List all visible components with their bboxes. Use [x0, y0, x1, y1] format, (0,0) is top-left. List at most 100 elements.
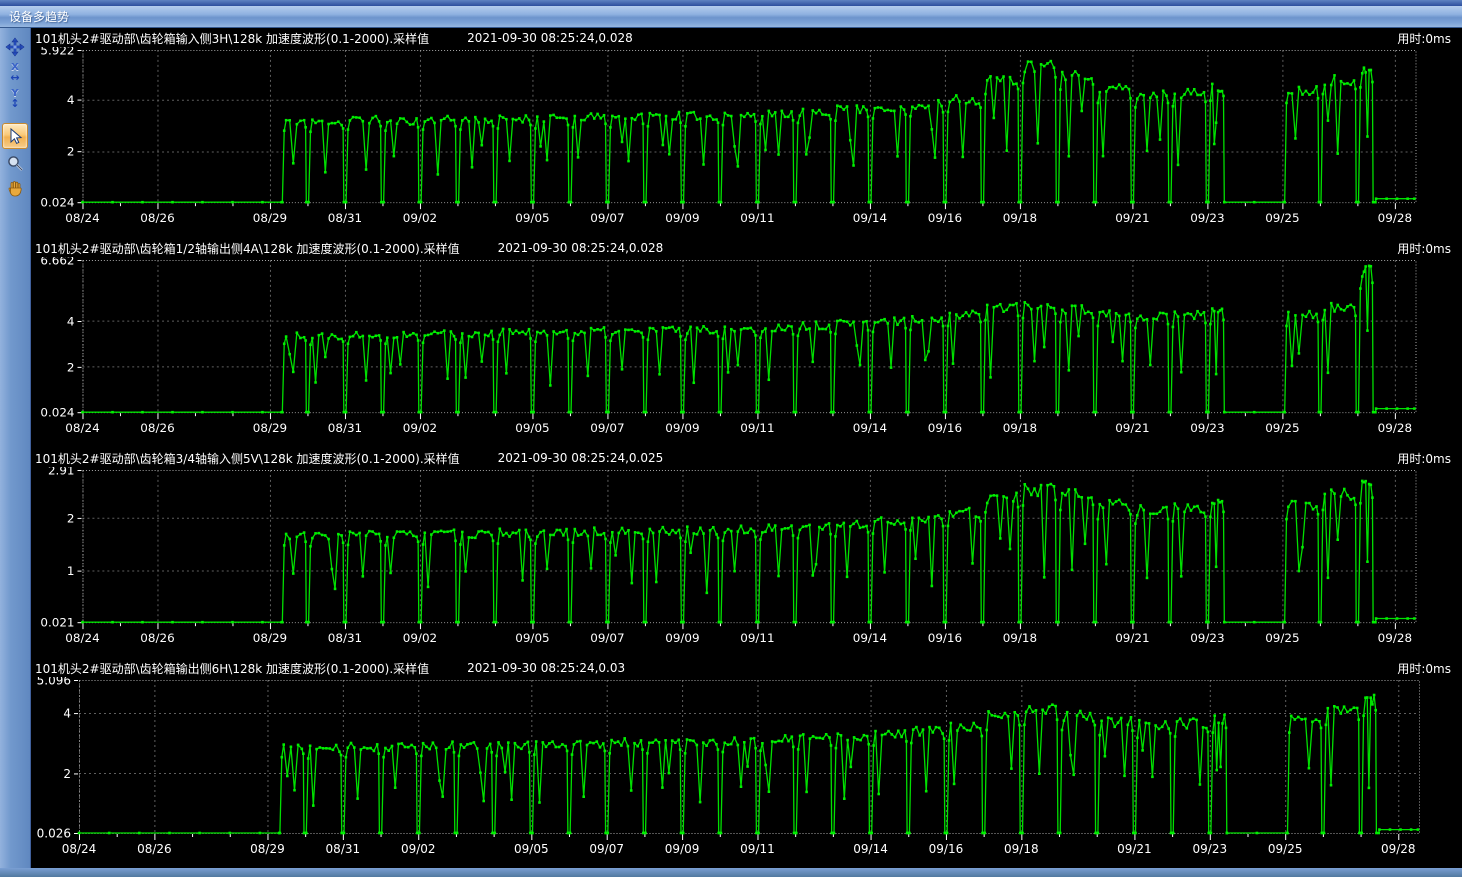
x-axis-zoom-tool-button[interactable]: X ↔	[3, 61, 27, 85]
elapsed-time-label: 用时:0ms	[1397, 450, 1451, 467]
svg-text:6.662: 6.662	[40, 257, 74, 267]
trend-chart-canvas[interactable]: 5.922240.02408/2408/2608/2908/3109/0209/…	[31, 47, 1462, 238]
svg-text:08/26: 08/26	[140, 421, 174, 435]
chart-header: 101机头2#驱动部\齿轮箱3/4轴输入侧5V\128k 加速度波形(0.1-2…	[31, 448, 1462, 467]
svg-text:09/11: 09/11	[740, 211, 774, 225]
svg-text:5.922: 5.922	[40, 47, 74, 57]
svg-text:09/18: 09/18	[1004, 842, 1039, 856]
move-cross-icon	[5, 37, 25, 57]
svg-text:09/09: 09/09	[665, 631, 699, 645]
cursor-arrow-icon	[6, 127, 24, 145]
svg-text:09/07: 09/07	[590, 211, 624, 225]
svg-text:09/25: 09/25	[1265, 211, 1299, 225]
trend-chart-canvas[interactable]: 6.662240.02408/2408/2608/2908/3109/0209/…	[31, 257, 1462, 448]
svg-text:09/16: 09/16	[928, 631, 962, 645]
svg-text:09/14: 09/14	[853, 842, 888, 856]
window-title: 设备多趋势	[9, 8, 69, 25]
svg-text:08/31: 08/31	[328, 211, 362, 225]
svg-text:09/21: 09/21	[1115, 631, 1149, 645]
svg-text:09/23: 09/23	[1190, 421, 1224, 435]
main-area: X ↔ Y ↕	[0, 28, 1462, 869]
svg-text:2: 2	[67, 145, 75, 159]
svg-text:09/25: 09/25	[1265, 421, 1299, 435]
chart-header: 101机头2#驱动部\齿轮箱输入侧3H\128k 加速度波形(0.1-2000)…	[31, 28, 1462, 47]
svg-text:08/29: 08/29	[250, 842, 285, 856]
svg-text:09/23: 09/23	[1190, 211, 1224, 225]
chart-header: 101机头2#驱动部\齿轮箱输出侧6H\128k 加速度波形(0.1-2000)…	[31, 658, 1462, 677]
svg-text:09/28: 09/28	[1381, 842, 1416, 856]
title-bar[interactable]: 设备多趋势	[0, 6, 1462, 28]
hand-icon	[6, 180, 24, 198]
svg-text:09/16: 09/16	[929, 842, 964, 856]
svg-text:09/28: 09/28	[1378, 421, 1412, 435]
svg-text:08/26: 08/26	[140, 631, 174, 645]
svg-text:08/31: 08/31	[328, 631, 362, 645]
latest-sample-timestamp: 2021-09-30 08:25:24,0.028	[498, 241, 664, 255]
svg-text:08/24: 08/24	[65, 421, 99, 435]
svg-text:09/07: 09/07	[590, 631, 624, 645]
svg-text:4: 4	[63, 707, 71, 721]
svg-text:08/24: 08/24	[62, 842, 97, 856]
elapsed-time-label: 用时:0ms	[1397, 30, 1451, 47]
window-frame-bottom	[0, 868, 1462, 877]
charts-area: 101机头2#驱动部\齿轮箱输入侧3H\128k 加速度波形(0.1-2000)…	[31, 28, 1462, 869]
magnifier-icon	[6, 154, 24, 172]
svg-text:08/29: 08/29	[253, 631, 287, 645]
latest-sample-timestamp: 2021-09-30 08:25:24,0.028	[467, 31, 633, 45]
latest-sample-timestamp: 2021-09-30 08:25:24,0.03	[467, 661, 625, 675]
svg-text:09/21: 09/21	[1115, 211, 1149, 225]
channel-title: 101机头2#驱动部\齿轮箱输入侧3H\128k 加速度波形(0.1-2000)…	[35, 30, 429, 47]
svg-text:0.026: 0.026	[37, 827, 71, 841]
svg-text:08/24: 08/24	[65, 631, 99, 645]
svg-text:1: 1	[67, 564, 75, 578]
svg-text:09/18: 09/18	[1003, 421, 1037, 435]
pan-move-tool-button[interactable]	[3, 35, 27, 59]
svg-text:09/25: 09/25	[1265, 631, 1299, 645]
y-axis-zoom-tool-button[interactable]: Y ↕	[3, 87, 27, 111]
svg-text:09/09: 09/09	[665, 842, 700, 856]
svg-text:09/18: 09/18	[1003, 631, 1037, 645]
svg-text:4: 4	[67, 93, 75, 107]
channel-title: 101机头2#驱动部\齿轮箱3/4轴输入侧5V\128k 加速度波形(0.1-2…	[35, 450, 460, 467]
svg-text:09/05: 09/05	[515, 211, 549, 225]
svg-text:2: 2	[67, 360, 75, 374]
svg-text:2.91: 2.91	[48, 467, 75, 477]
svg-text:09/09: 09/09	[665, 421, 699, 435]
svg-text:09/07: 09/07	[589, 842, 624, 856]
svg-text:09/05: 09/05	[515, 421, 549, 435]
svg-text:5.096: 5.096	[37, 677, 71, 688]
toolbar: X ↔ Y ↕	[0, 28, 31, 869]
svg-text:0.024: 0.024	[40, 196, 74, 210]
elapsed-time-label: 用时:0ms	[1397, 240, 1451, 257]
channel-title: 101机头2#驱动部\齿轮箱输出侧6H\128k 加速度波形(0.1-2000)…	[35, 660, 429, 677]
elapsed-time-label: 用时:0ms	[1397, 660, 1451, 677]
hand-pan-tool-button[interactable]	[3, 177, 27, 201]
svg-text:09/02: 09/02	[403, 421, 437, 435]
svg-text:0.024: 0.024	[40, 406, 74, 420]
cursor-tool-button[interactable]	[2, 123, 28, 149]
svg-text:09/23: 09/23	[1190, 631, 1224, 645]
chart-header: 101机头2#驱动部\齿轮箱1/2轴输出侧4A\128k 加速度波形(0.1-2…	[31, 238, 1462, 257]
svg-text:09/07: 09/07	[590, 421, 624, 435]
svg-text:09/21: 09/21	[1115, 421, 1149, 435]
svg-text:09/21: 09/21	[1117, 842, 1152, 856]
svg-text:09/02: 09/02	[403, 631, 437, 645]
trend-chart-canvas[interactable]: 5.096240.02608/2408/2608/2908/3109/0209/…	[31, 677, 1462, 869]
svg-text:2: 2	[63, 767, 71, 781]
svg-text:09/05: 09/05	[515, 631, 549, 645]
trend-chart-canvas[interactable]: 2.91120.02108/2408/2608/2908/3109/0209/0…	[31, 467, 1462, 658]
trend-panel-3: 101机头2#驱动部\齿轮箱3/4轴输入侧5V\128k 加速度波形(0.1-2…	[31, 448, 1462, 658]
svg-text:08/29: 08/29	[253, 421, 287, 435]
svg-text:09/02: 09/02	[401, 842, 436, 856]
svg-text:08/26: 08/26	[137, 842, 172, 856]
svg-text:09/28: 09/28	[1378, 211, 1412, 225]
zoom-tool-button[interactable]	[3, 151, 27, 175]
svg-text:2: 2	[67, 511, 75, 525]
svg-text:09/18: 09/18	[1003, 211, 1037, 225]
horizontal-arrows-icon: ↔	[10, 72, 19, 83]
svg-text:08/29: 08/29	[253, 211, 287, 225]
svg-text:09/05: 09/05	[514, 842, 549, 856]
trend-panel-4: 101机头2#驱动部\齿轮箱输出侧6H\128k 加速度波形(0.1-2000)…	[31, 658, 1462, 869]
latest-sample-timestamp: 2021-09-30 08:25:24,0.025	[498, 451, 664, 465]
svg-text:09/02: 09/02	[403, 211, 437, 225]
